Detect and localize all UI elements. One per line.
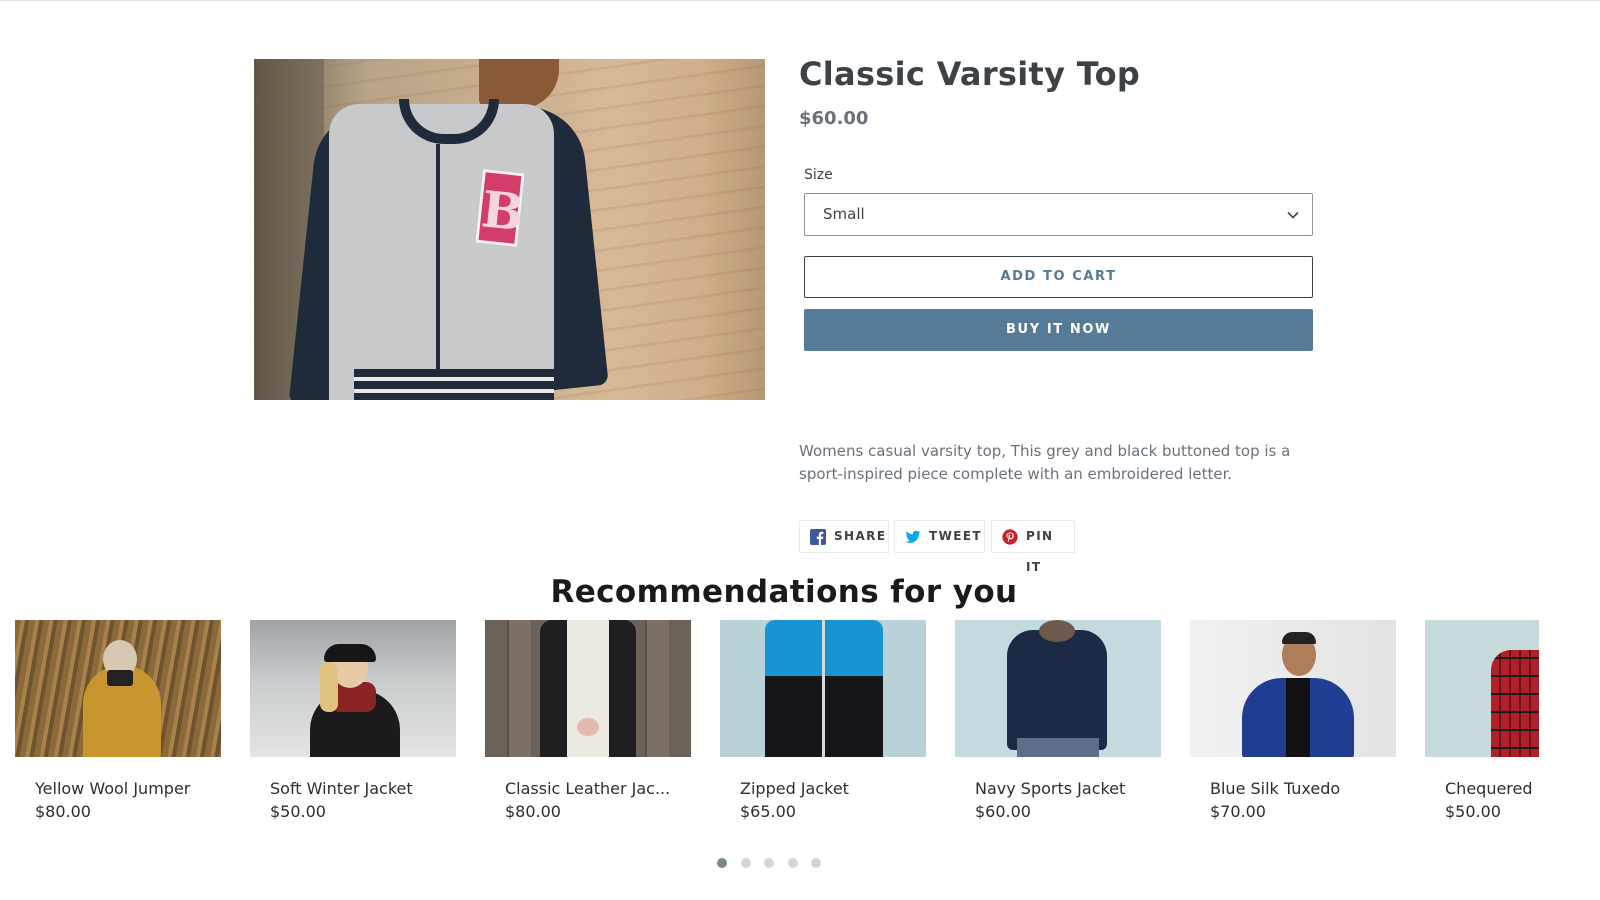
- product-card-price: $80.00: [35, 802, 91, 821]
- product-card[interactable]: Navy Sports Jacket $60.00: [955, 620, 1161, 835]
- carousel-dot[interactable]: [741, 858, 751, 868]
- product-title: Classic Varsity Top: [799, 55, 1141, 93]
- product-card-price: $80.00: [505, 802, 561, 821]
- product-card-name: Classic Leather Jac...: [505, 779, 671, 798]
- carousel-dot[interactable]: [811, 858, 821, 868]
- facebook-icon: [810, 529, 826, 545]
- product-card-price: $50.00: [270, 802, 326, 821]
- product-card-price: $60.00: [975, 802, 1031, 821]
- product-card-price: $65.00: [740, 802, 796, 821]
- product-card-price: $70.00: [1210, 802, 1266, 821]
- share-label: SHARE: [834, 529, 887, 543]
- product-card[interactable]: Zipped Jacket $65.00: [720, 620, 926, 835]
- product-image: B: [254, 59, 765, 400]
- embroidered-letter: B: [475, 169, 527, 247]
- product-card-name: Yellow Wool Jumper: [35, 779, 191, 798]
- share-twitter-button[interactable]: TWEET: [894, 520, 985, 553]
- carousel-dot[interactable]: [764, 858, 774, 868]
- product-thumbnail: [15, 620, 221, 757]
- product-card[interactable]: Blue Silk Tuxedo $70.00: [1190, 620, 1396, 835]
- product-card[interactable]: Soft Winter Jacket $50.00: [250, 620, 456, 835]
- product-price: $60.00: [799, 108, 869, 129]
- product-card-name: Chequered: [1445, 779, 1533, 798]
- product-card-name: Navy Sports Jacket: [975, 779, 1126, 798]
- pinterest-icon: [1002, 529, 1018, 545]
- product-thumbnail: [1190, 620, 1396, 757]
- add-to-cart-button[interactable]: ADD TO CART: [804, 256, 1313, 298]
- product-thumbnail: [250, 620, 456, 757]
- top-divider: [0, 0, 1600, 1]
- product-card-name: Blue Silk Tuxedo: [1210, 779, 1341, 798]
- size-select[interactable]: Small: [804, 193, 1313, 236]
- product-card-name: Soft Winter Jacket: [270, 779, 413, 798]
- carousel-dot[interactable]: [788, 858, 798, 868]
- product-card[interactable]: Classic Leather Jac... $80.00: [485, 620, 691, 835]
- carousel-dot[interactable]: [717, 858, 727, 868]
- product-card[interactable]: Yellow Wool Jumper $80.00: [15, 620, 221, 835]
- share-pinterest-button[interactable]: PIN IT: [991, 520, 1075, 574]
- product-thumbnail: [955, 620, 1161, 757]
- twitter-icon: [905, 530, 921, 543]
- product-thumbnail: [720, 620, 926, 757]
- buy-now-button[interactable]: BUY IT NOW: [804, 309, 1313, 351]
- share-facebook-button[interactable]: SHARE: [799, 520, 889, 553]
- product-card-name: Zipped Jacket: [740, 779, 849, 798]
- chevron-down-icon: [1287, 211, 1299, 219]
- size-label: Size: [804, 167, 833, 183]
- product-thumbnail: [1425, 620, 1539, 757]
- size-select-value: Small: [823, 205, 865, 223]
- recommendations-carousel: Yellow Wool Jumper $80.00 Soft Winter Ja…: [15, 620, 1539, 835]
- product-card[interactable]: Chequered $50.00: [1425, 620, 1539, 835]
- product-card-price: $50.00: [1445, 802, 1501, 821]
- tweet-label: TWEET: [929, 529, 983, 543]
- recommendations-title: Recommendations for you: [550, 574, 1018, 610]
- product-description: Womens casual varsity top, This grey and…: [799, 442, 1291, 483]
- product-thumbnail: [485, 620, 691, 757]
